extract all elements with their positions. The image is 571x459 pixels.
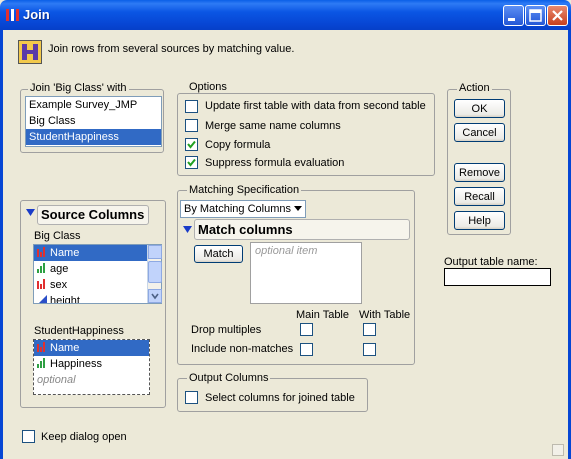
- big-class-label: Big Class: [34, 230, 81, 242]
- column-item[interactable]: age: [34, 261, 161, 277]
- jmp-app-icon: [6, 9, 19, 21]
- drop-multiples-with-checkbox[interactable]: [363, 323, 376, 336]
- matching-specification-label: Matching Specification: [187, 184, 302, 196]
- include-non-matches-main-checkbox[interactable]: [300, 343, 313, 356]
- minimize-icon: [508, 18, 515, 21]
- close-icon: [552, 10, 563, 21]
- drop-multiples-label: Drop multiples: [191, 324, 262, 336]
- disclosure-triangle-icon[interactable]: [183, 225, 192, 237]
- include-non-matches-label: Include non-matches: [191, 343, 294, 355]
- optional-item-placeholder: optional item: [255, 245, 318, 257]
- title-bar[interactable]: [0, 0, 571, 30]
- remove-button[interactable]: Remove: [454, 163, 505, 182]
- minimize-button[interactable]: [503, 5, 524, 26]
- resize-grip-icon[interactable]: [552, 444, 564, 456]
- dialog-description: Join rows from several sources by matchi…: [48, 43, 295, 55]
- continuous-icon: [39, 295, 47, 303]
- studenthappiness-columns-list[interactable]: Name Happiness optional: [33, 339, 150, 395]
- match-button[interactable]: Match: [194, 245, 243, 263]
- output-columns-label: Output Columns: [187, 372, 271, 384]
- column-item[interactable]: Happiness: [34, 356, 149, 372]
- recall-button[interactable]: Recall: [454, 187, 505, 206]
- window-title: Join: [23, 7, 50, 22]
- options-label: Options: [187, 81, 229, 93]
- join-table-list[interactable]: Example Survey_JMP Big Class StudentHapp…: [25, 96, 162, 147]
- nominal-icon: [37, 342, 45, 352]
- ok-button[interactable]: OK: [454, 99, 505, 118]
- scroll-up-arrow-icon[interactable]: [148, 245, 162, 259]
- scroll-down-arrow-icon[interactable]: [148, 289, 162, 303]
- join-icon: [18, 40, 42, 64]
- help-button[interactable]: Help: [454, 211, 505, 230]
- update-first-table-checkbox[interactable]: [185, 100, 198, 113]
- match-columns-title: Match columns: [194, 219, 410, 240]
- join-with-label: Join 'Big Class' with: [28, 82, 129, 94]
- matching-method-value: By Matching Columns: [184, 203, 291, 215]
- merge-same-name-checkbox[interactable]: [185, 119, 198, 132]
- ordinal-icon: [37, 263, 45, 273]
- output-table-name-label: Output table name:: [444, 256, 538, 268]
- big-class-columns-list[interactable]: Name age sex height: [33, 244, 162, 304]
- column-item[interactable]: sex: [34, 277, 161, 293]
- main-table-header: Main Table: [296, 309, 349, 321]
- nominal-icon: [37, 279, 45, 289]
- checkmark-icon: [187, 158, 196, 167]
- list-item-big-class[interactable]: Big Class: [26, 113, 161, 129]
- select-columns-label: Select columns for joined table: [205, 392, 355, 404]
- column-item[interactable]: height: [34, 293, 161, 303]
- match-columns-list[interactable]: optional item: [250, 242, 362, 304]
- columns-scrollbar[interactable]: [147, 245, 162, 303]
- keep-dialog-open-checkbox[interactable]: [22, 430, 35, 443]
- window-frame-left: [0, 30, 3, 459]
- scroll-thumb[interactable]: [148, 261, 162, 283]
- matching-method-select[interactable]: By Matching Columns: [180, 200, 306, 218]
- output-table-name-input[interactable]: [444, 268, 551, 286]
- with-table-header: With Table: [359, 309, 411, 321]
- list-item-example-survey[interactable]: Example Survey_JMP: [26, 97, 161, 113]
- ordinal-icon: [37, 358, 45, 368]
- source-columns-title: Source Columns: [37, 205, 149, 225]
- merge-same-name-label: Merge same name columns: [205, 120, 341, 132]
- update-first-table-label: Update first table with data from second…: [205, 100, 426, 112]
- suppress-formula-label: Suppress formula evaluation: [205, 157, 345, 169]
- include-non-matches-with-checkbox[interactable]: [363, 343, 376, 356]
- optional-placeholder: optional: [37, 374, 76, 386]
- column-item[interactable]: Name: [34, 340, 149, 356]
- checkmark-icon: [187, 140, 196, 149]
- disclosure-triangle-icon[interactable]: [26, 208, 35, 220]
- maximize-button[interactable]: [525, 5, 546, 26]
- select-columns-checkbox[interactable]: [185, 391, 198, 404]
- close-button[interactable]: [547, 5, 568, 26]
- column-item[interactable]: Name: [34, 245, 161, 261]
- drop-multiples-main-checkbox[interactable]: [300, 323, 313, 336]
- list-item-studenthappiness[interactable]: StudentHappiness: [26, 129, 161, 145]
- maximize-icon: [529, 9, 542, 22]
- cancel-button[interactable]: Cancel: [454, 123, 505, 142]
- student-happiness-label: StudentHappiness: [34, 325, 124, 337]
- suppress-formula-checkbox[interactable]: [185, 156, 198, 169]
- keep-dialog-open-label: Keep dialog open: [41, 431, 127, 443]
- copy-formula-checkbox[interactable]: [185, 138, 198, 151]
- copy-formula-label: Copy formula: [205, 139, 271, 151]
- action-label: Action: [457, 82, 492, 94]
- chevron-down-icon: [294, 206, 302, 211]
- nominal-icon: [37, 247, 45, 257]
